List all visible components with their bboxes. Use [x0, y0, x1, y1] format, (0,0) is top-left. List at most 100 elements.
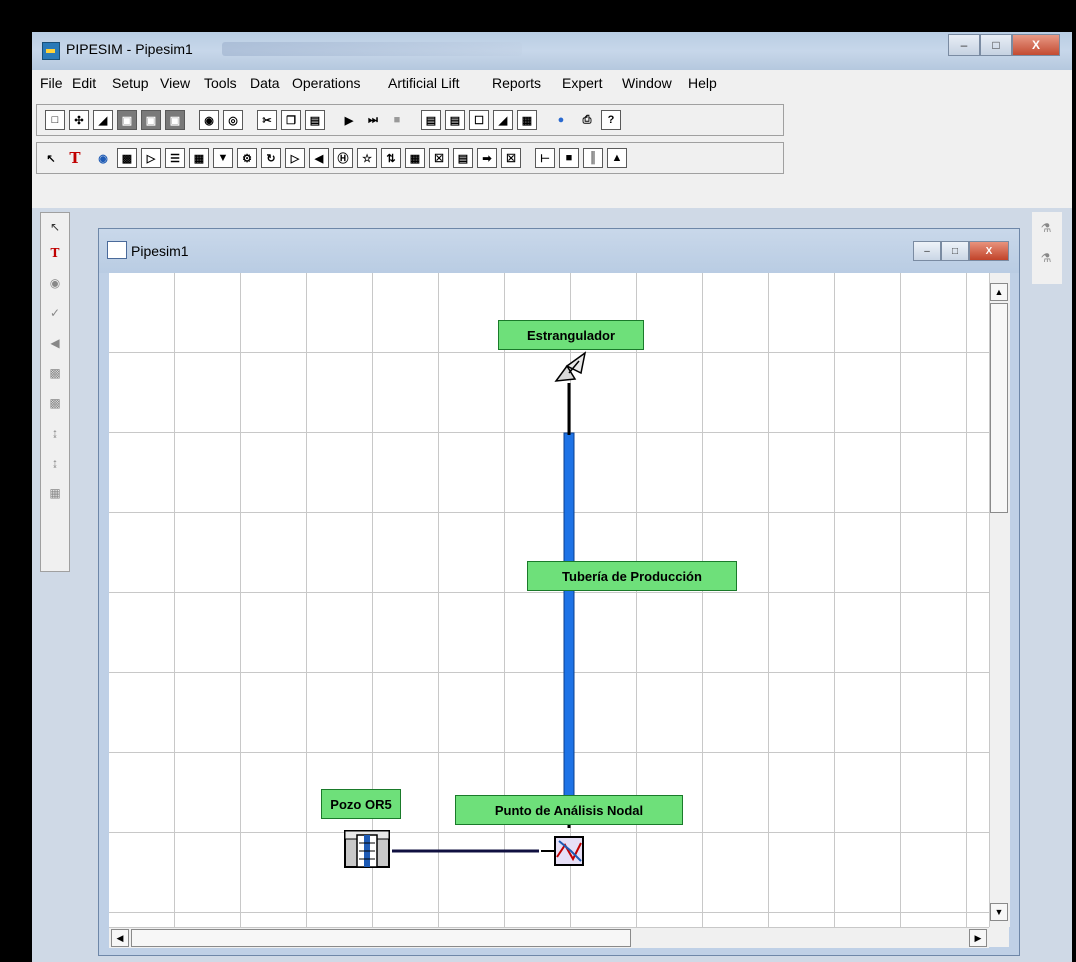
- menu-file[interactable]: File: [40, 75, 63, 91]
- injection-point-icon[interactable]: ◀: [309, 148, 329, 168]
- close-button[interactable]: X: [1012, 34, 1060, 56]
- heat-exchanger-icon[interactable]: ▦: [405, 148, 425, 168]
- save-as-icon[interactable]: ▣: [141, 110, 161, 130]
- tubing-label[interactable]: Tubería de Producción: [527, 561, 737, 591]
- compressor-icon[interactable]: ▷: [285, 148, 305, 168]
- run-icon[interactable]: ▶: [339, 110, 359, 130]
- palette-grid-icon[interactable]: ▦: [45, 483, 65, 503]
- network-branch-icon[interactable]: ⚗: [1036, 248, 1056, 268]
- menu-reports[interactable]: Reports: [492, 75, 541, 91]
- model-canvas[interactable]: Estrangulador Tubería de Producción Punt…: [109, 273, 989, 927]
- report-tool-icon[interactable]: ▤: [453, 148, 473, 168]
- web-icon[interactable]: ●: [551, 110, 571, 130]
- palette-tubing-icon[interactable]: ↨: [45, 423, 65, 443]
- document-caption-buttons: – □ X: [913, 241, 1009, 261]
- run-all-icon[interactable]: ⏭: [363, 110, 383, 130]
- multiplier-icon[interactable]: ☒: [429, 148, 449, 168]
- title-bar-blur: [222, 42, 522, 56]
- minimize-button[interactable]: –: [948, 34, 980, 56]
- palette-select-icon[interactable]: ↖: [45, 217, 65, 237]
- source-icon[interactable]: ◉: [93, 148, 113, 168]
- esp-icon[interactable]: ■: [559, 148, 579, 168]
- palette-well-alt-icon[interactable]: ▩: [45, 393, 65, 413]
- well-label[interactable]: Pozo OR5: [321, 789, 401, 819]
- nodal-point-label[interactable]: Punto de Análisis Nodal: [455, 795, 683, 825]
- menu-data[interactable]: Data: [250, 75, 280, 91]
- palette-well-icon[interactable]: ▩: [45, 363, 65, 383]
- menu-expert[interactable]: Expert: [562, 75, 602, 91]
- document-title: Pipesim1: [131, 243, 189, 259]
- flowline-icon[interactable]: ⇅: [381, 148, 401, 168]
- menu-view[interactable]: View: [160, 75, 190, 91]
- palette-riser-icon[interactable]: ↨: [45, 453, 65, 473]
- help-icon[interactable]: ?: [601, 110, 621, 130]
- object-palette: ↖ T ◉ ✓ ◀ ▩ ▩ ↨ ↨ ▦: [40, 212, 70, 572]
- vertical-scroll-thumb[interactable]: [990, 303, 1008, 513]
- choke-tool-icon[interactable]: ▼: [213, 148, 233, 168]
- palette-injection-icon[interactable]: ◀: [45, 333, 65, 353]
- scroll-down-icon[interactable]: ▼: [990, 903, 1008, 921]
- menu-edit[interactable]: Edit: [72, 75, 96, 91]
- choke-icon[interactable]: [554, 351, 587, 382]
- copy-icon[interactable]: ❐: [281, 110, 301, 130]
- connector-icon[interactable]: ⊢: [535, 148, 555, 168]
- open-folder-icon[interactable]: ◢: [93, 110, 113, 130]
- right-palette: ⚗ ⚗: [1032, 212, 1062, 284]
- plot-icon[interactable]: ☐: [469, 110, 489, 130]
- menu-artificial-lift[interactable]: Artificial Lift: [388, 75, 460, 91]
- maximize-button[interactable]: □: [980, 34, 1012, 56]
- cut-icon[interactable]: ✂: [257, 110, 277, 130]
- expander-icon[interactable]: ➡: [477, 148, 497, 168]
- menu-help[interactable]: Help: [688, 75, 717, 91]
- separator-icon[interactable]: ⚙: [237, 148, 257, 168]
- palette-connector-icon[interactable]: ✓: [45, 303, 65, 323]
- scroll-up-icon[interactable]: ▲: [990, 283, 1008, 301]
- table-icon[interactable]: ▦: [517, 110, 537, 130]
- text-tool-icon[interactable]: T: [65, 148, 85, 168]
- menu-setup[interactable]: Setup: [112, 75, 149, 91]
- well-icon[interactable]: [344, 830, 390, 868]
- scroll-left-icon[interactable]: ◀: [111, 929, 129, 947]
- menu-tools[interactable]: Tools: [204, 75, 237, 91]
- palette-source-icon[interactable]: ◉: [45, 273, 65, 293]
- document-maximize-button[interactable]: □: [941, 241, 969, 261]
- profile-plot-icon[interactable]: ◢: [493, 110, 513, 130]
- boundary-node-icon[interactable]: ▷: [141, 148, 161, 168]
- menu-window[interactable]: Window: [622, 75, 672, 91]
- pump-icon[interactable]: ↻: [261, 148, 281, 168]
- new-file-icon[interactable]: □: [45, 110, 65, 130]
- network-tree-icon[interactable]: ⚗: [1036, 218, 1056, 238]
- nodal-point-tool-icon[interactable]: ☒: [501, 148, 521, 168]
- tubing-icon[interactable]: ☰: [165, 148, 185, 168]
- tubing-pipe[interactable]: [563, 432, 575, 809]
- packer-icon[interactable]: ║: [583, 148, 603, 168]
- document-minimize-button[interactable]: –: [913, 241, 941, 261]
- print-icon[interactable]: ⎙: [577, 110, 597, 130]
- find-icon[interactable]: ◉: [199, 110, 219, 130]
- wizard-icon[interactable]: ✣: [69, 110, 89, 130]
- meter-icon[interactable]: Ⓗ: [333, 148, 353, 168]
- scroll-right-icon[interactable]: ▶: [969, 929, 987, 947]
- select-arrow-icon[interactable]: ↖: [41, 148, 61, 168]
- output-icon[interactable]: ▤: [421, 110, 441, 130]
- choke-label[interactable]: Estrangulador: [498, 320, 644, 350]
- tree-icon[interactable]: ▲: [607, 148, 627, 168]
- horizontal-scrollbar[interactable]: ◀ ▶: [109, 927, 989, 948]
- nodal-analysis-point-icon[interactable]: [541, 836, 584, 866]
- paste-icon[interactable]: ▤: [305, 110, 325, 130]
- vertical-scrollbar[interactable]: ▲ ▼: [989, 273, 1010, 927]
- globe-search-icon[interactable]: ◎: [223, 110, 243, 130]
- palette-text-icon[interactable]: T: [45, 243, 65, 263]
- pipesim-app-icon: [42, 42, 60, 60]
- save-icon[interactable]: ▣: [117, 110, 137, 130]
- summary-icon[interactable]: ▤: [445, 110, 465, 130]
- stop-icon[interactable]: ■: [387, 110, 407, 130]
- well-icon[interactable]: ▩: [117, 148, 137, 168]
- document-close-button[interactable]: X: [969, 241, 1009, 261]
- menu-operations[interactable]: Operations: [292, 75, 360, 91]
- horizontal-scroll-thumb[interactable]: [131, 929, 631, 947]
- riser-icon[interactable]: ▦: [189, 148, 209, 168]
- resize-grip-icon[interactable]: [989, 927, 1009, 947]
- save-all-icon[interactable]: ▣: [165, 110, 185, 130]
- gas-lift-icon[interactable]: ☆: [357, 148, 377, 168]
